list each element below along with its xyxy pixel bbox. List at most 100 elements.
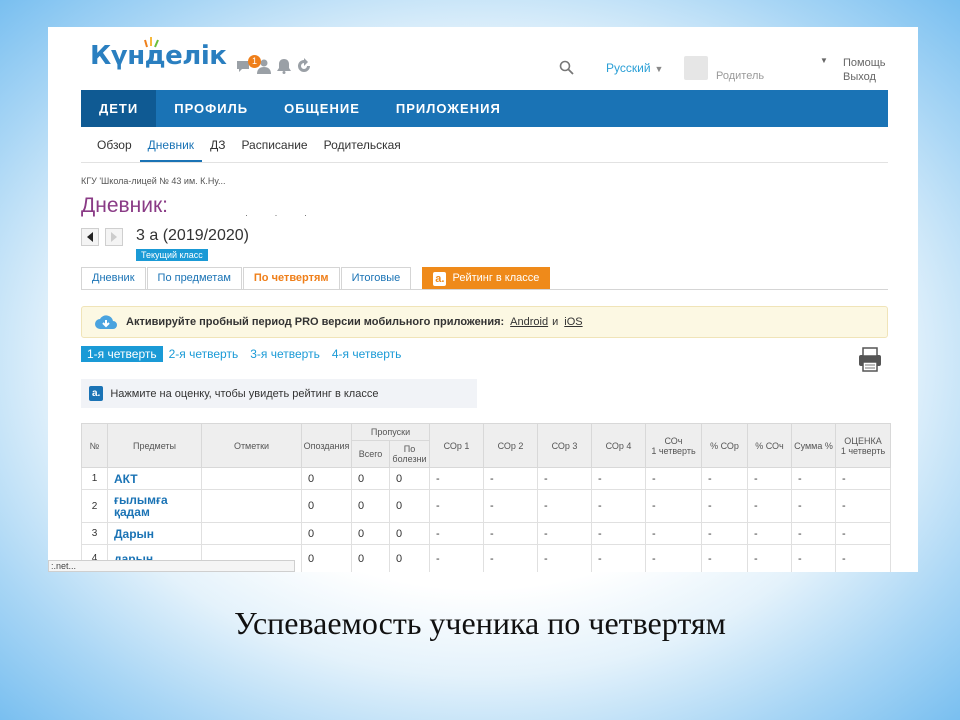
nav-apps[interactable]: ПРИЛОЖЕНИЯ	[378, 90, 519, 127]
subnav-overview[interactable]: Обзор	[89, 127, 140, 162]
cell-sor4[interactable]: -	[591, 522, 646, 545]
quarter-2[interactable]: 2-я четверть	[163, 346, 245, 362]
tab-by-subject[interactable]: По предметам	[146, 267, 242, 289]
android-link[interactable]: Android	[510, 316, 548, 328]
cell-sor2[interactable]: -	[483, 544, 538, 572]
grades-table: № Предметы Отметки Опоздания Пропуски СО…	[81, 423, 891, 572]
cell-total: 0	[351, 489, 390, 523]
page-title: Дневник:	[81, 194, 169, 217]
cell-ill: 0	[389, 544, 430, 572]
subject-link[interactable]: Дарын	[107, 522, 202, 545]
cell-pct_sor[interactable]: -	[701, 467, 748, 490]
marks-cell[interactable]	[201, 522, 302, 545]
prev-class-button[interactable]	[81, 228, 99, 246]
cell-soch[interactable]: -	[645, 467, 702, 490]
subject-link[interactable]: ғылымға қадам	[107, 489, 202, 523]
cell-sor2[interactable]: -	[483, 522, 538, 545]
language-selector[interactable]: Русский ▼	[606, 61, 663, 75]
cell-grade[interactable]: -	[835, 522, 891, 545]
col-soch: СОч 1 четверть	[645, 423, 702, 468]
cell-sor2[interactable]: -	[483, 489, 538, 523]
nav-communication[interactable]: ОБЩЕНИЕ	[266, 90, 378, 127]
nav-children[interactable]: ДЕТИ	[81, 90, 157, 127]
marks-cell[interactable]	[201, 489, 302, 523]
cell-pct_soch[interactable]: -	[747, 489, 792, 523]
cell-late: 0	[301, 522, 352, 545]
bell-icon[interactable]	[276, 58, 292, 74]
cell-pct_soch[interactable]: -	[747, 544, 792, 572]
cell-sum[interactable]: -	[791, 467, 836, 490]
cell-sor1[interactable]: -	[429, 522, 484, 545]
breadcrumb[interactable]: КГУ 'Школа-лицей № 43 им. К.Ну...	[81, 176, 226, 186]
cell-sor3[interactable]: -	[537, 489, 592, 523]
tab-final[interactable]: Итоговые	[340, 267, 412, 289]
table-row: 2 ғылымға қадам 0 0 0- - - - - - - - -	[81, 489, 891, 523]
cell-grade[interactable]: -	[835, 467, 891, 490]
cell-grade[interactable]: -	[835, 489, 891, 523]
cell-sum[interactable]: -	[791, 489, 836, 523]
cell-soch[interactable]: -	[645, 489, 702, 523]
tab-class-rating[interactable]: a. Рейтинг в классе	[422, 267, 551, 289]
ios-link[interactable]: iOS	[564, 316, 582, 328]
arrow-left-icon	[87, 232, 93, 242]
cell-late: 0	[301, 489, 352, 523]
print-icon[interactable]	[855, 345, 885, 373]
cell-grade[interactable]: -	[835, 544, 891, 572]
quarter-1[interactable]: 1-я четверть	[81, 346, 163, 362]
cell-total: 0	[351, 522, 390, 545]
search-icon[interactable]	[559, 60, 574, 75]
cell-soch[interactable]: -	[645, 544, 702, 572]
help-link[interactable]: Помощь	[843, 56, 886, 70]
cell-sum[interactable]: -	[791, 544, 836, 572]
refresh-icon[interactable]	[296, 58, 312, 74]
cell-late: 0	[301, 467, 352, 490]
tab-by-quarter[interactable]: По четвертям	[242, 267, 340, 289]
nav-profile[interactable]: ПРОФИЛЬ	[156, 90, 266, 127]
table-row: 1 АКТ 0 0 0- - - - - - - - -	[81, 467, 891, 490]
cell-sor3[interactable]: -	[537, 522, 592, 545]
col-num: №	[81, 423, 108, 468]
view-tabs: Дневник По предметам По четвертям Итогов…	[81, 267, 551, 289]
table-row: 3 Дарын 0 0 0- - - - - - - - -	[81, 522, 891, 545]
hint-text: Нажмите на оценку, чтобы увидеть рейтинг…	[110, 387, 379, 400]
cell-pct_sor[interactable]: -	[701, 544, 748, 572]
cell-sor3[interactable]: -	[537, 467, 592, 490]
col-absences-ill: По болезни	[389, 440, 430, 468]
next-class-button[interactable]	[105, 228, 123, 246]
subnav-homework[interactable]: ДЗ	[202, 127, 233, 162]
cell-sor3[interactable]: -	[537, 544, 592, 572]
col-sor2: СОр 2	[483, 423, 538, 468]
marks-cell[interactable]	[201, 467, 302, 490]
cell-sor1[interactable]: -	[429, 544, 484, 572]
chevron-down-icon: ▼	[654, 64, 664, 74]
subject-link[interactable]: АКТ	[107, 467, 202, 490]
cell-sor1[interactable]: -	[429, 489, 484, 523]
cell-sum[interactable]: -	[791, 522, 836, 545]
col-pct-sor: % СОр	[701, 423, 748, 468]
user-menu-caret-icon[interactable]: ▼	[820, 56, 828, 65]
cell-sor1[interactable]: -	[429, 467, 484, 490]
user-role: Родитель	[716, 70, 765, 82]
cell-sor2[interactable]: -	[483, 467, 538, 490]
cell-pct_sor[interactable]: -	[701, 489, 748, 523]
cell-pct_sor[interactable]: -	[701, 522, 748, 545]
tab-diary[interactable]: Дневник	[81, 267, 146, 289]
cell-sor4[interactable]: -	[591, 467, 646, 490]
cell-sor4[interactable]: -	[591, 544, 646, 572]
avatar[interactable]	[684, 56, 708, 80]
subnav-schedule[interactable]: Расписание	[233, 127, 315, 162]
cell-soch[interactable]: -	[645, 522, 702, 545]
subnav-parents[interactable]: Родительская	[316, 127, 409, 162]
promo-text: Активируйте пробный период PRO версии мо…	[126, 316, 505, 328]
slide-caption: Успеваемость ученика по четвертям	[234, 605, 726, 641]
cell-sor4[interactable]: -	[591, 489, 646, 523]
row-number: 1	[81, 467, 108, 490]
quarter-4[interactable]: 4-я четверть	[326, 346, 408, 362]
quarter-3[interactable]: 3-я четверть	[244, 346, 326, 362]
col-grade: ОЦЕНКА 1 четверть	[835, 423, 891, 468]
subnav-diary[interactable]: Дневник	[139, 127, 203, 162]
col-pct-soch: % СОч	[747, 423, 792, 468]
cell-pct_soch[interactable]: -	[747, 467, 792, 490]
logout-link[interactable]: Выход	[843, 70, 886, 84]
cell-pct_soch[interactable]: -	[747, 522, 792, 545]
